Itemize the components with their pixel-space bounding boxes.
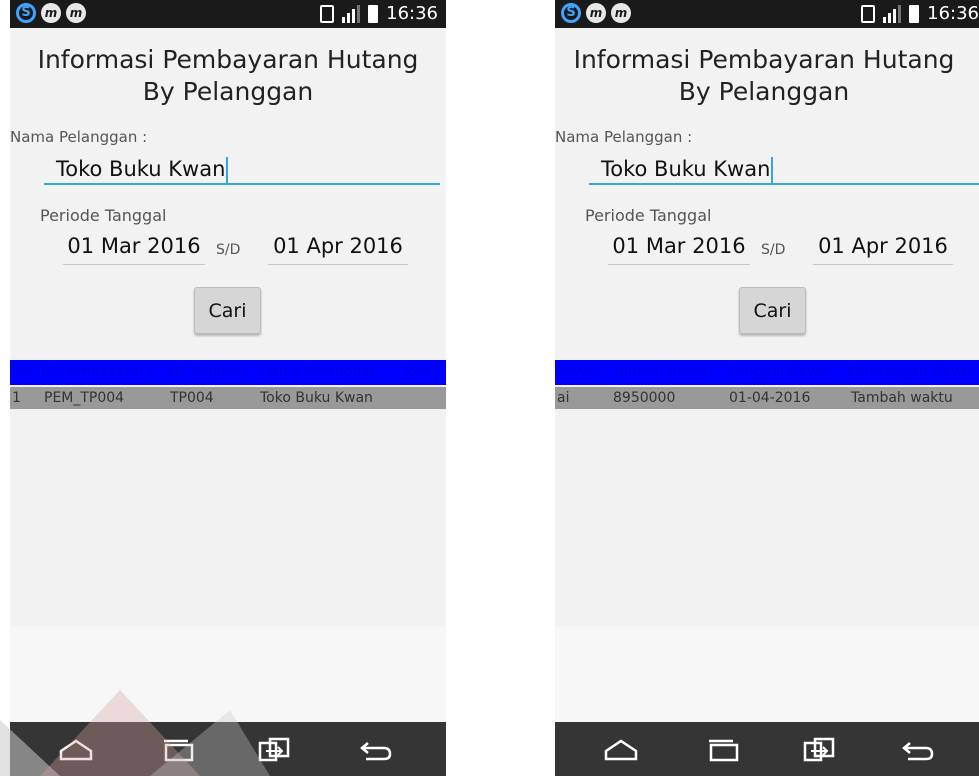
vibrate-icon [320, 4, 335, 23]
nama-pelanggan-value: Toko Buku Kwan [601, 157, 771, 181]
header-cell: Jumlah Bayar [615, 364, 709, 380]
app-s-icon: S [561, 3, 581, 23]
table-row[interactable]: ai 8950000 01-04-2016 Tambah waktu [555, 387, 979, 409]
navigation-bar [555, 722, 979, 776]
text-cursor [226, 157, 229, 183]
notification-app-icon: m [66, 3, 86, 23]
home-icon[interactable] [603, 737, 639, 763]
row-cell: PEM_TP004 [44, 390, 125, 406]
nama-pelanggan-input[interactable]: Toko Buku Kwan [589, 153, 979, 185]
date-to-field[interactable]: 01 Apr 2016 [268, 230, 408, 265]
title-line-2: By Pelanggan [678, 77, 850, 106]
nama-pelanggan-label: Nama Pelanggan : [555, 128, 693, 146]
notification-app-icon: m [586, 3, 606, 23]
date-from-field[interactable]: 01 Mar 2016 [63, 230, 205, 265]
sd-label: S/D [761, 242, 786, 258]
battery-icon [368, 4, 379, 23]
header-cell: No [12, 364, 32, 380]
sd-label: S/D [216, 242, 241, 258]
notification-app-icon: m [611, 3, 631, 23]
battery-icon [909, 4, 920, 23]
periode-tanggal-label: Periode Tanggal [585, 206, 712, 225]
phone-screen-right: S m m 16:36 Informasi Pembayaran Hutang … [555, 0, 979, 776]
page-title: Informasi Pembayaran Hutang By Pelanggan [555, 44, 979, 108]
signal-icon [883, 4, 902, 23]
text-cursor [771, 157, 774, 183]
title-line-2: By Pelanggan [142, 77, 314, 106]
watermark-logo [0, 690, 270, 776]
row-cell: 01-04-2016 [729, 390, 811, 406]
back-icon[interactable] [900, 737, 936, 763]
cari-button[interactable]: Cari [194, 287, 261, 334]
status-bar: S m m 16:36 [10, 0, 446, 28]
date-from-field[interactable]: 01 Mar 2016 [608, 230, 750, 265]
cari-button[interactable]: Cari [739, 287, 806, 334]
row-cell: 8950000 [613, 390, 676, 406]
table-row[interactable]: 1 PEM_TP004 TP004 Toko Buku Kwan [10, 387, 446, 409]
periode-tanggal-label: Periode Tanggal [40, 206, 167, 225]
table-header: No ID Pembayaran ID Tagihan Nama Pelangg… [10, 360, 446, 385]
empty-area [555, 626, 979, 722]
row-cell: 1 [12, 390, 21, 406]
row-cell: TP004 [170, 390, 214, 406]
signal-icon [342, 4, 361, 23]
recent-apps-icon[interactable] [705, 737, 741, 763]
clock: 16:36 [386, 3, 438, 24]
table-header: Bayar Jumlah Bayar Tanggal Bayar Keteran… [555, 360, 979, 385]
status-bar: S m m 16:36 [555, 0, 979, 28]
date-to-field[interactable]: 01 Apr 2016 [813, 230, 953, 265]
page-title: Informasi Pembayaran Hutang By Pelanggan [10, 44, 446, 108]
notification-app-icon: m [41, 3, 61, 23]
nama-pelanggan-value: Toko Buku Kwan [56, 157, 226, 181]
row-cell: Toko Buku Kwan [260, 390, 373, 406]
nama-pelanggan-label: Nama Pelanggan : [10, 128, 148, 146]
header-cell: ID Tagihan [170, 364, 244, 380]
header-cell: Keterangan Bayar [847, 364, 973, 380]
header-cell: Nama Pelanggan [260, 364, 379, 380]
row-cell: ai [557, 390, 570, 406]
title-line-1: Informasi Pembayaran Hutang [573, 45, 955, 74]
app-s-icon: S [16, 3, 36, 23]
back-icon[interactable] [358, 737, 394, 763]
row-cell: Tambah waktu [851, 390, 953, 406]
vibrate-icon [861, 4, 876, 23]
dual-window-icon[interactable] [801, 737, 837, 763]
title-line-1: Informasi Pembayaran Hutang [37, 45, 419, 74]
nama-pelanggan-input[interactable]: Toko Buku Kwan [44, 153, 440, 185]
header-cell: ID Pembayaran [41, 364, 149, 380]
header-cell: Bayar [555, 364, 596, 380]
header-cell: Total [402, 364, 435, 380]
header-cell: Tanggal Bayar [730, 364, 830, 380]
clock: 16:36 [927, 3, 979, 24]
